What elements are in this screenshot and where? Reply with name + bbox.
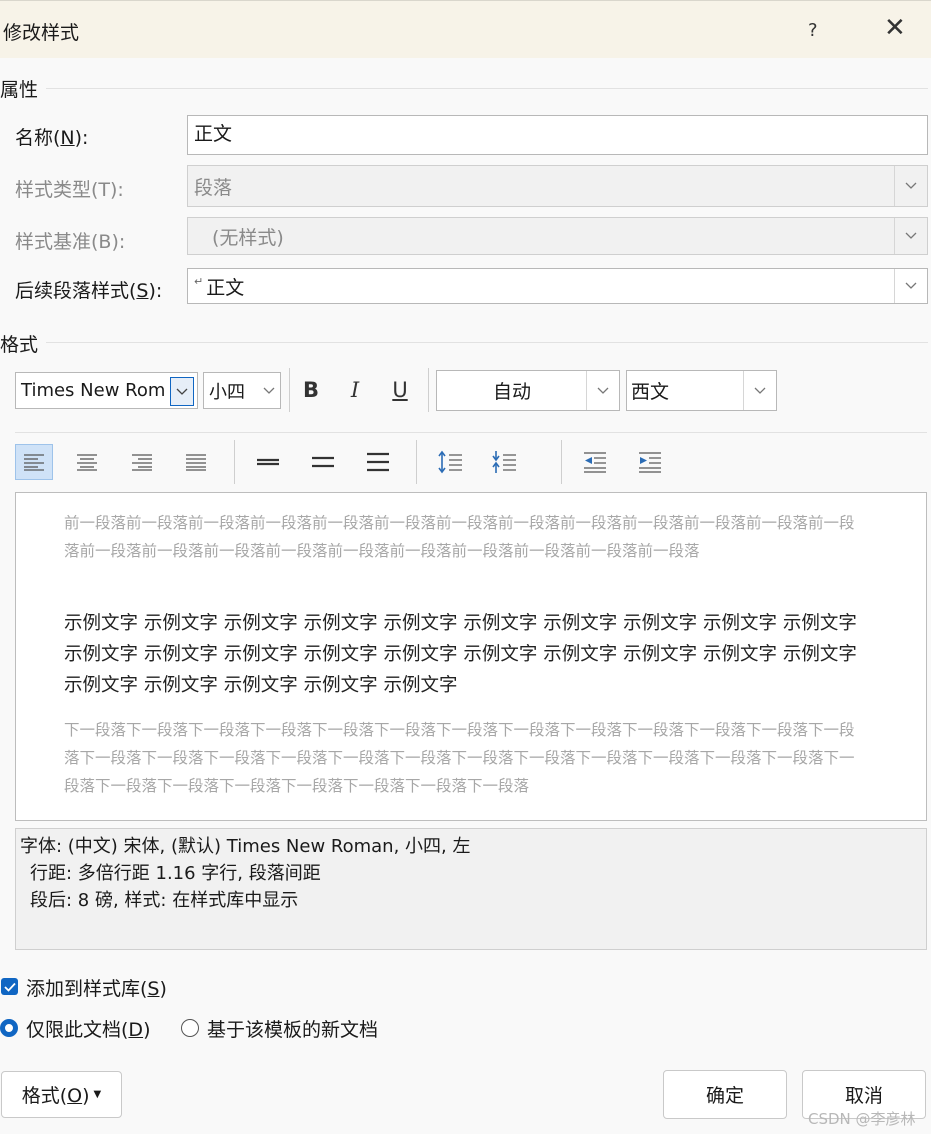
underline-button[interactable]: U [388,378,412,402]
preview-next-paragraph: 下一段落下一段落下一段落下一段落下一段落下一段落下一段落下一段落下一段落下一段落… [64,721,855,795]
close-button[interactable]: ✕ [884,13,906,43]
style-base-label: 样式基准(B): [15,231,126,253]
toolbar-separator [289,368,290,412]
properties-header: 属性 [0,79,39,101]
one-half-spacing-button[interactable] [304,444,342,480]
toolbar-divider [15,432,927,433]
preview-sample-text: 示例文字 示例文字 示例文字 示例文字 示例文字 示例文字 示例文字 示例文字 … [64,613,857,696]
format-header: 格式 [0,334,39,356]
script-select[interactable]: 西文 [626,370,777,411]
next-style-select[interactable]: ↵ 正文 [187,268,928,304]
increase-paragraph-spacing-button[interactable] [431,444,469,480]
name-input[interactable]: 正文 [187,115,928,155]
watermark: CSDN @李彦林 [808,1110,916,1128]
decrease-paragraph-spacing-button[interactable] [485,444,523,480]
add-to-gallery-label[interactable]: 添加到样式库(S) [26,974,167,1001]
double-spacing-icon [367,452,389,472]
paragraph-mark-icon: ↵ [194,275,204,288]
decrease-indent-button[interactable] [576,444,614,480]
new-documents-label[interactable]: 基于该模板的新文档 [207,1015,378,1042]
chevron-down-icon [894,269,927,303]
chevron-down-icon [170,377,194,406]
font-select[interactable]: Times New Rom [15,372,198,409]
properties-divider [46,88,928,89]
help-button[interactable]: ? [808,20,818,41]
decrease-indent-icon [584,452,606,473]
description-line: 段后: 8 磅, 样式: 在样式库中显示 [30,890,299,911]
italic-button[interactable]: I [343,378,367,402]
align-center-icon [77,454,97,471]
chevron-down-icon [743,371,776,410]
style-type-value: 段落 [194,176,233,199]
justify-icon [186,454,206,471]
style-description: 字体: (中文) 宋体, (默认) Times New Roman, 小四, 左… [15,828,927,950]
style-base-value: (无样式) [212,226,284,249]
chevron-down-icon [894,218,927,254]
single-spacing-icon [257,458,279,466]
caret-down-icon: ▼ [93,1089,102,1100]
one-half-spacing-icon [312,456,334,468]
description-line: 行距: 多倍行距 1.16 字行, 段落间距 [30,863,321,884]
this-document-only-radio[interactable] [0,1019,18,1037]
align-left-button[interactable] [15,444,53,480]
bold-button[interactable]: B [299,378,323,402]
description-line: 字体: (中文) 宋体, (默认) Times New Roman, 小四, 左 [20,836,471,857]
size-value: 小四 [209,381,245,403]
justify-button[interactable] [177,444,215,480]
toolbar-separator [428,368,429,412]
dialog-title: 修改样式 [3,22,80,44]
align-center-button[interactable] [68,444,106,480]
preview-previous-paragraph: 前一段落前一段落前一段落前一段落前一段落前一段落前一段落前一段落前一段落前一段落… [64,514,855,560]
this-document-only-label[interactable]: 仅限此文档(D) [26,1015,150,1042]
next-style-label: 后续段落样式(S): [15,280,163,302]
increase-indent-icon [639,452,661,473]
next-style-value: 正文 [206,276,245,299]
chevron-down-icon [586,371,619,410]
single-spacing-button[interactable] [249,444,287,480]
align-left-icon [24,454,44,471]
add-to-gallery-checkbox[interactable] [1,978,18,995]
script-value: 西文 [631,381,670,403]
decrease-spacing-icon [492,451,516,473]
toolbar-separator [416,440,417,484]
name-label: 名称(N): [15,127,89,149]
toolbar-separator [561,440,562,484]
toolbar-separator [234,440,235,484]
increase-spacing-icon [438,450,462,474]
ok-button[interactable]: 确定 [663,1070,787,1119]
new-documents-radio[interactable] [181,1019,199,1037]
align-right-icon [132,454,152,471]
format-button-label: 格式(O) [21,1085,90,1107]
align-right-button[interactable] [123,444,161,480]
color-select[interactable]: 自动 [436,370,620,411]
double-spacing-button[interactable] [359,444,397,480]
chevron-down-icon [258,373,280,408]
style-preview: 前一段落前一段落前一段落前一段落前一段落前一段落前一段落前一段落前一段落前一段落… [15,492,927,821]
font-value: Times New Rom [21,380,166,401]
format-menu-button[interactable]: 格式(O) ▼ [1,1071,122,1118]
increase-indent-button[interactable] [631,444,669,480]
style-type-select[interactable]: 段落 [187,165,928,207]
title-bar [0,0,931,58]
style-type-label: 样式类型(T): [15,179,124,201]
format-divider [46,342,928,343]
style-base-select[interactable]: (无样式) [187,217,928,255]
color-value: 自动 [492,381,531,403]
chevron-down-icon [894,166,927,206]
size-select[interactable]: 小四 [203,372,281,409]
checkmark-icon [3,982,16,992]
